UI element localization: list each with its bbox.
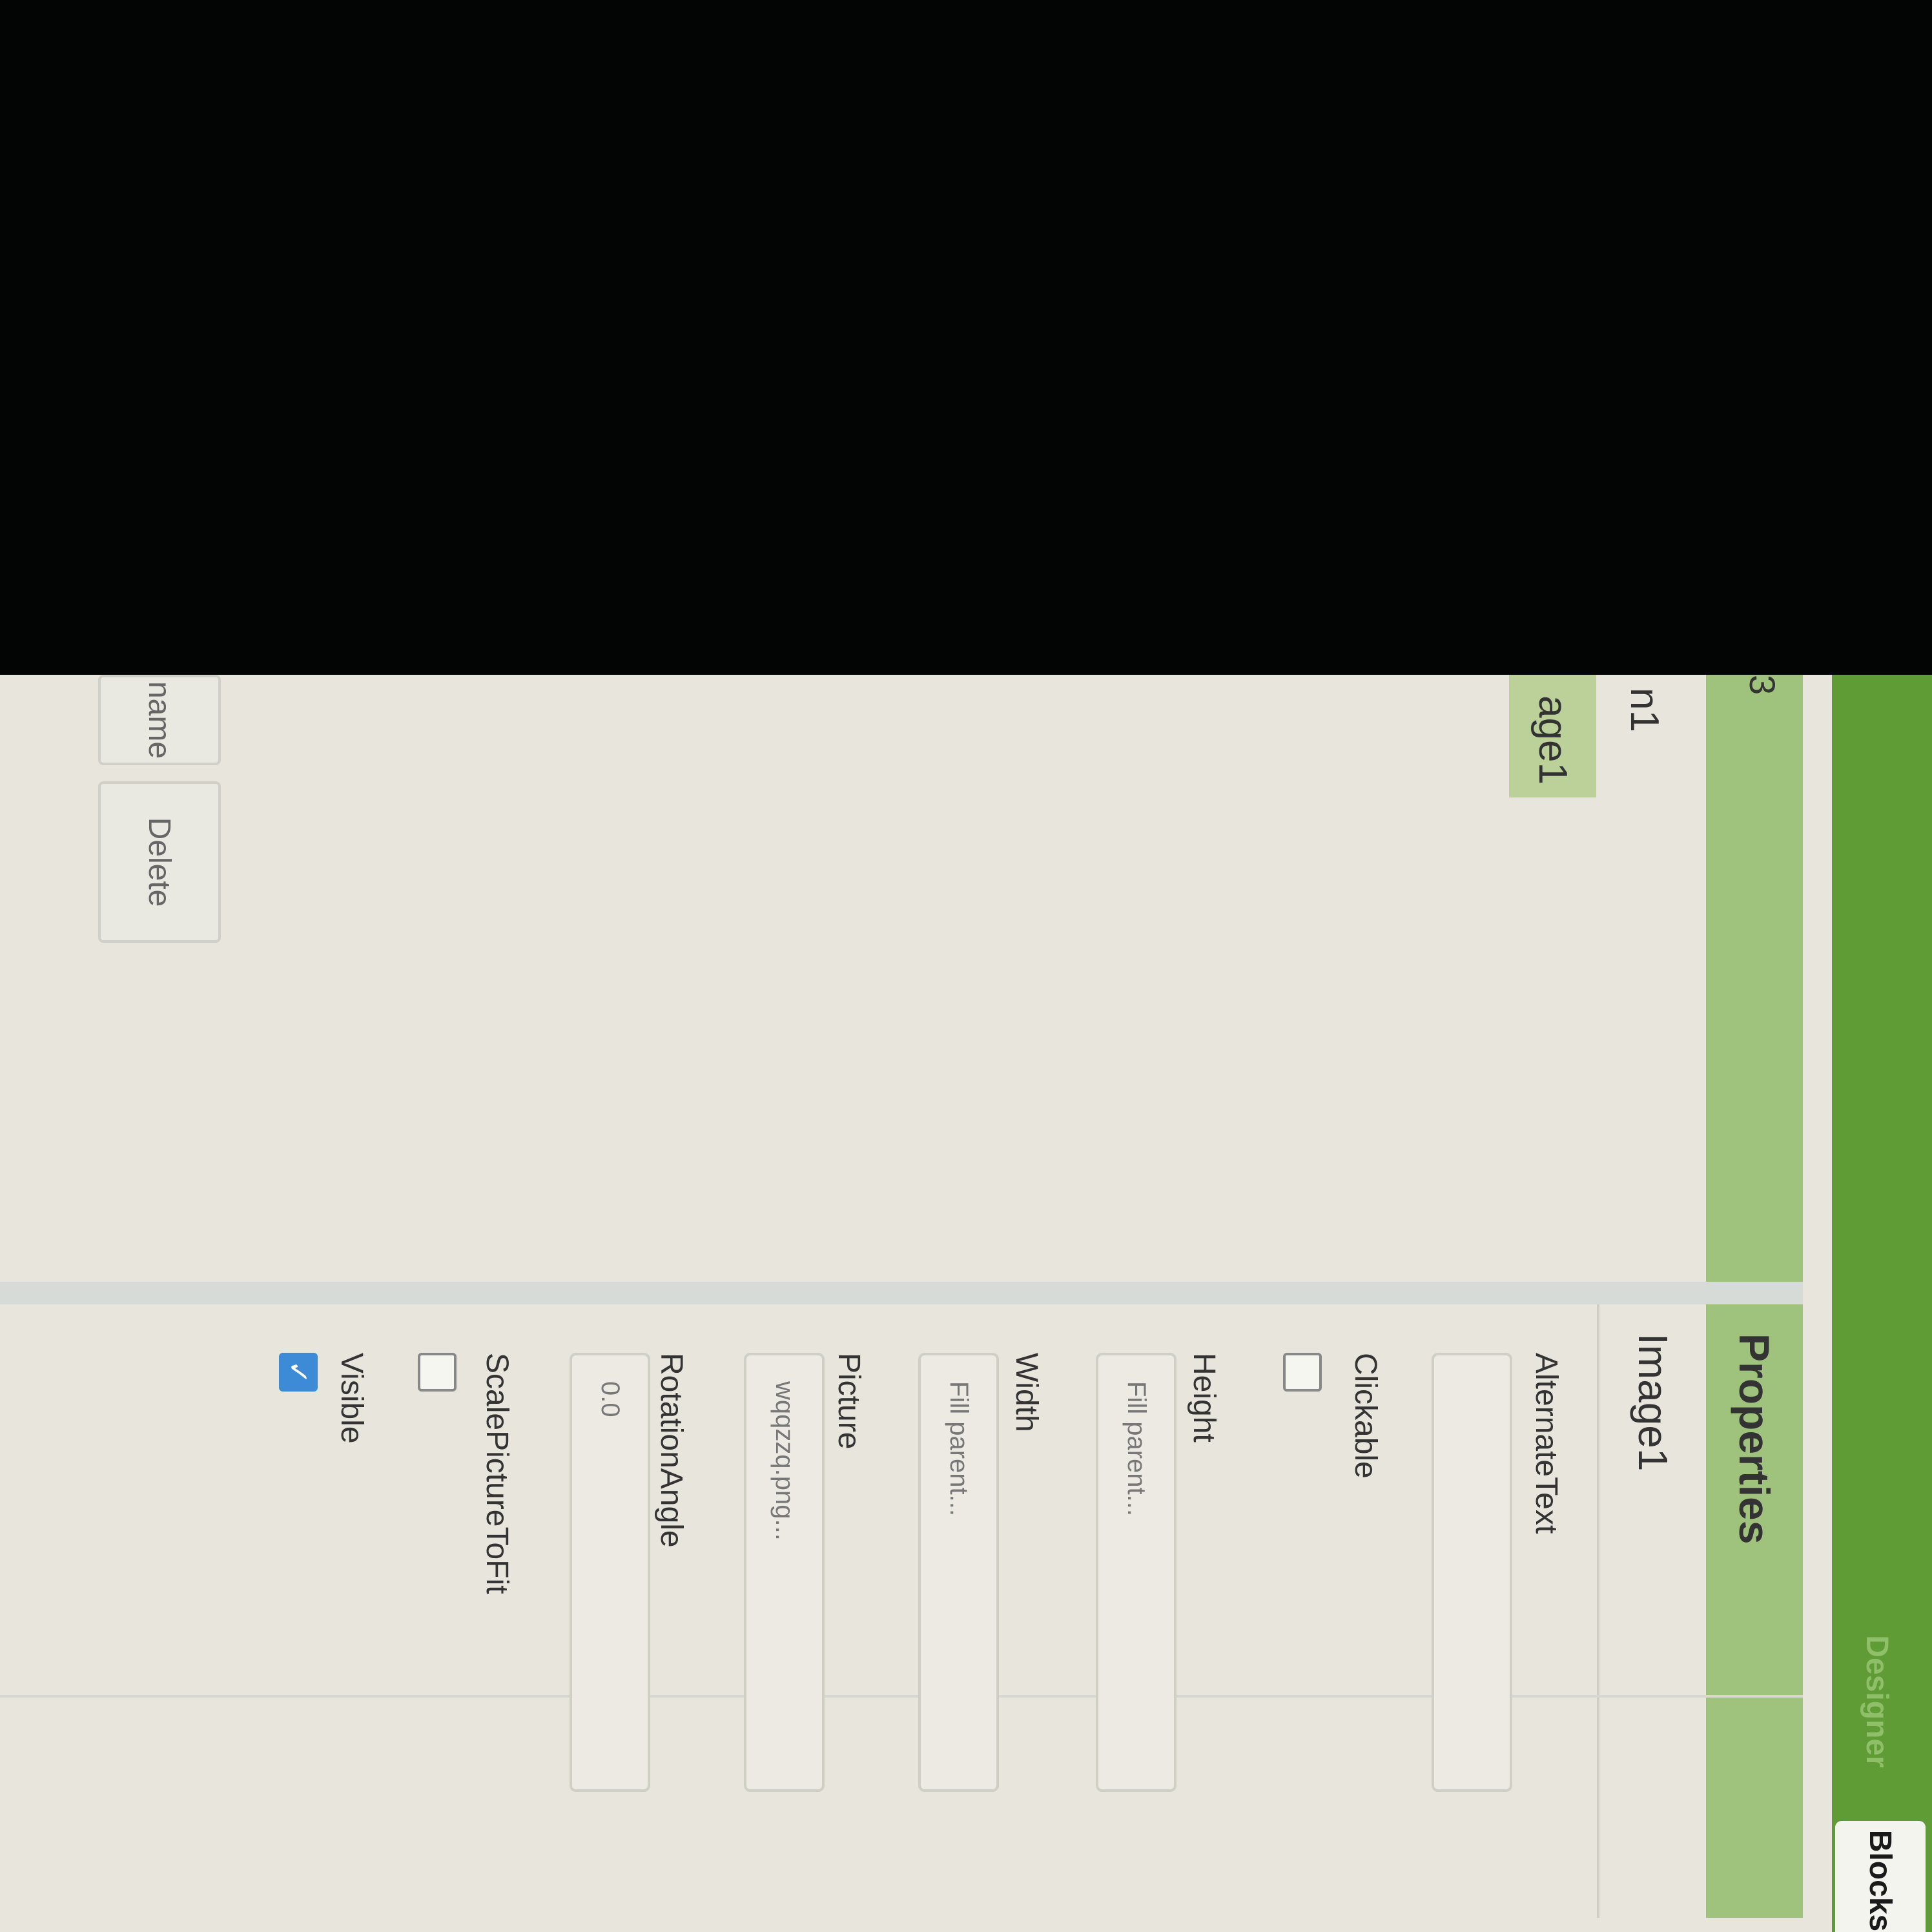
- visible-label: Visible: [334, 1353, 369, 1444]
- picture-label: Picture: [832, 1353, 866, 1450]
- width-field[interactable]: Fill parent...: [918, 1353, 999, 1792]
- clickable-label: Clickable: [1348, 1353, 1382, 1479]
- components-header-fragment: 3: [1742, 675, 1783, 695]
- properties-right-border: [0, 1695, 1803, 1698]
- visible-checkbox[interactable]: ✓: [279, 1353, 318, 1392]
- rotation-angle-field[interactable]: 0.0: [570, 1353, 650, 1792]
- alternate-text-field[interactable]: [1432, 1353, 1512, 1792]
- picture-field[interactable]: wqqzzq.png...: [744, 1353, 825, 1792]
- scale-picture-to-fit-checkbox[interactable]: [418, 1353, 457, 1392]
- delete-button[interactable]: Delete: [98, 781, 221, 943]
- selected-component-name: Image1: [1630, 1333, 1676, 1472]
- components-panel-header: 3: [1706, 675, 1803, 1282]
- app-window: Designer Blocks 3 n1 age1 name Delete Pr…: [0, 675, 1932, 1932]
- screen: Designer Blocks 3 n1 age1 name Delete Pr…: [0, 675, 1932, 1932]
- blocks-button[interactable]: Blocks: [1835, 1821, 1926, 1932]
- tree-item-screen[interactable]: n1: [1621, 688, 1667, 732]
- width-label: Width: [1009, 1353, 1043, 1432]
- properties-panel-header: Properties: [1706, 1304, 1803, 1918]
- designer-button[interactable]: Designer: [1835, 1605, 1919, 1798]
- checkmark-icon: ✓: [282, 1360, 314, 1384]
- height-field[interactable]: Fill parent...: [1096, 1353, 1177, 1792]
- top-toolbar: Designer Blocks: [1832, 675, 1932, 1932]
- panel-divider: [0, 1282, 1803, 1304]
- properties-separator: [1597, 1304, 1599, 1918]
- scale-picture-to-fit-label: ScalePictureToFit: [480, 1353, 514, 1594]
- tree-item-label: age1: [1530, 695, 1575, 785]
- properties-title: Properties: [1731, 1333, 1778, 1545]
- clickable-checkbox[interactable]: [1283, 1353, 1322, 1392]
- tree-item-image1-selected[interactable]: age1: [1509, 675, 1596, 797]
- rotation-angle-label: RotationAngle: [654, 1353, 688, 1548]
- alternate-text-label: AlternateText: [1529, 1353, 1563, 1534]
- height-label: Height: [1187, 1353, 1221, 1443]
- rename-button[interactable]: name: [98, 675, 221, 765]
